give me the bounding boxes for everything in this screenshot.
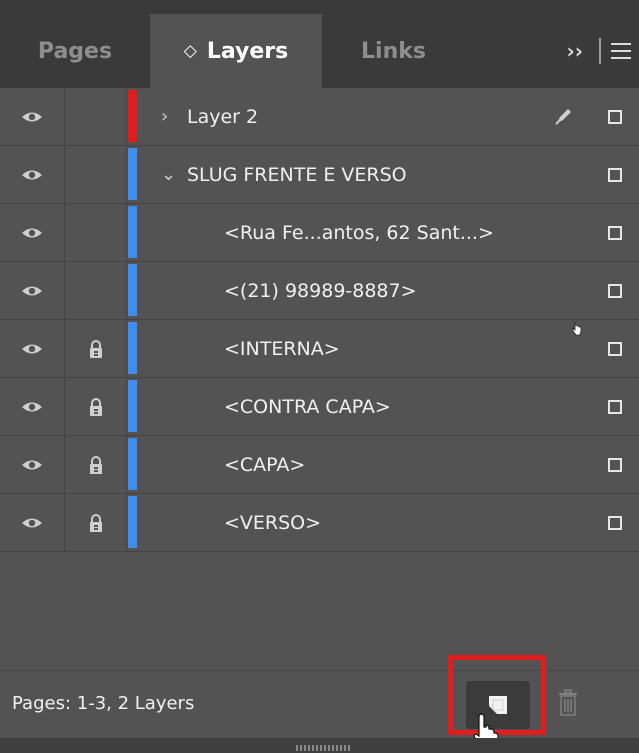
lock-icon bbox=[89, 513, 102, 532]
lock-toggle[interactable] bbox=[65, 88, 127, 145]
select-target-box[interactable] bbox=[608, 516, 622, 530]
lock-toggle[interactable] bbox=[65, 262, 127, 319]
double-chevron-icon[interactable]: ›› bbox=[567, 39, 583, 63]
layer-row[interactable]: › Layer 2 bbox=[0, 88, 639, 146]
layer-name: <CAPA> bbox=[224, 453, 306, 476]
chevron-down-icon[interactable]: ⌄ bbox=[161, 164, 183, 185]
layer-color-swatch bbox=[128, 206, 137, 258]
layer-color-swatch bbox=[128, 322, 137, 374]
layer-row[interactable]: <INTERNA> bbox=[0, 320, 639, 378]
panel-tab-bar: Pages ◇ Layers Links ›› bbox=[0, 0, 639, 88]
eye-icon bbox=[22, 228, 42, 237]
eye-icon bbox=[22, 112, 42, 121]
select-target-box[interactable] bbox=[608, 342, 622, 356]
lock-icon bbox=[89, 455, 102, 474]
layer-name-cell[interactable]: <Rua Fe...antos, 62 Sant...> bbox=[145, 204, 587, 261]
layer-name-cell[interactable]: <VERSO> bbox=[145, 494, 587, 551]
eye-icon bbox=[22, 170, 42, 179]
tab-menu-divider bbox=[599, 38, 601, 64]
layer-row[interactable]: <(21) 98989-8887> bbox=[0, 262, 639, 320]
delete-layer-button[interactable] bbox=[556, 688, 580, 722]
lock-toggle[interactable] bbox=[65, 378, 127, 435]
eye-icon bbox=[22, 518, 42, 527]
layer-color-swatch bbox=[128, 90, 137, 142]
up-down-arrows-icon: ◇ bbox=[183, 41, 197, 61]
layer-name-cell[interactable]: <(21) 98989-8887> bbox=[145, 262, 587, 319]
layer-name: <(21) 98989-8887> bbox=[224, 279, 417, 302]
panel-tab-overflow: ›› bbox=[465, 14, 639, 88]
layer-name-cell[interactable]: <CONTRA CAPA> bbox=[145, 378, 587, 435]
layer-name-cell[interactable]: <INTERNA> bbox=[145, 320, 587, 377]
lock-toggle[interactable] bbox=[65, 494, 127, 551]
tab-links[interactable]: Links bbox=[322, 14, 465, 88]
resize-grip[interactable] bbox=[296, 745, 352, 751]
layer-row[interactable]: <CAPA> bbox=[0, 436, 639, 494]
lock-toggle[interactable] bbox=[65, 320, 127, 377]
layer-name-cell[interactable]: › Layer 2 bbox=[145, 88, 587, 145]
visibility-toggle[interactable] bbox=[0, 494, 65, 551]
layer-color-swatch bbox=[128, 380, 137, 432]
layer-name: <VERSO> bbox=[224, 511, 322, 534]
tab-layers-label: Layers bbox=[206, 38, 289, 64]
select-target-box[interactable] bbox=[608, 458, 622, 472]
pointer-cursor-icon bbox=[572, 322, 582, 336]
tab-layers[interactable]: ◇ Layers bbox=[150, 14, 322, 88]
visibility-toggle[interactable] bbox=[0, 262, 65, 319]
status-text: Pages: 1-3, 2 Layers bbox=[12, 693, 195, 714]
layer-name-cell[interactable]: ⌄ SLUG FRENTE E VERSO bbox=[145, 146, 587, 203]
lock-toggle[interactable] bbox=[65, 436, 127, 493]
hamburger-menu-icon[interactable] bbox=[611, 43, 631, 59]
select-target-box[interactable] bbox=[608, 400, 622, 414]
tab-pages[interactable]: Pages bbox=[0, 14, 150, 88]
lock-toggle[interactable] bbox=[65, 204, 127, 261]
layer-name-cell[interactable]: <CAPA> bbox=[145, 436, 587, 493]
select-target-box[interactable] bbox=[608, 110, 622, 124]
layer-color-swatch bbox=[128, 264, 137, 316]
visibility-toggle[interactable] bbox=[0, 320, 65, 377]
layer-name: <Rua Fe...antos, 62 Sant...> bbox=[224, 221, 494, 244]
layer-row[interactable]: <Rua Fe...antos, 62 Sant...> bbox=[0, 204, 639, 262]
layer-row[interactable]: <VERSO> bbox=[0, 494, 639, 552]
lock-icon bbox=[89, 397, 102, 416]
lock-icon bbox=[89, 339, 102, 358]
eye-icon bbox=[22, 344, 42, 353]
visibility-toggle[interactable] bbox=[0, 378, 65, 435]
layer-name: <CONTRA CAPA> bbox=[224, 395, 391, 418]
visibility-toggle[interactable] bbox=[0, 204, 65, 261]
chevron-right-icon[interactable]: › bbox=[161, 106, 183, 127]
eye-icon bbox=[22, 402, 42, 411]
visibility-toggle[interactable] bbox=[0, 146, 65, 203]
select-target-box[interactable] bbox=[608, 284, 622, 298]
select-target-box[interactable] bbox=[608, 226, 622, 240]
visibility-toggle[interactable] bbox=[0, 88, 65, 145]
eye-icon bbox=[22, 286, 42, 295]
layers-panel: Pages ◇ Layers Links ›› › Layer 2 ⌄ SLUG FR… bbox=[0, 0, 639, 753]
tab-links-label: Links bbox=[361, 38, 426, 64]
layer-list: › Layer 2 ⌄ SLUG FRENTE E VERSO <Rua Fe...an… bbox=[0, 88, 639, 552]
select-target-box[interactable] bbox=[608, 168, 622, 182]
trash-icon bbox=[559, 689, 577, 716]
layer-color-swatch bbox=[128, 148, 137, 200]
tab-pages-label: Pages bbox=[37, 38, 113, 64]
layer-row[interactable]: ⌄ SLUG FRENTE E VERSO bbox=[0, 146, 639, 204]
layer-row[interactable]: <CONTRA CAPA> bbox=[0, 378, 639, 436]
layer-color-swatch bbox=[128, 496, 137, 548]
layer-name: SLUG FRENTE E VERSO bbox=[187, 163, 407, 186]
visibility-toggle[interactable] bbox=[0, 436, 65, 493]
layer-color-swatch bbox=[128, 438, 137, 490]
pen-icon bbox=[555, 109, 571, 125]
lock-toggle[interactable] bbox=[65, 146, 127, 203]
eye-icon bbox=[22, 460, 42, 469]
layer-name: Layer 2 bbox=[187, 105, 259, 128]
layer-name: <INTERNA> bbox=[224, 337, 340, 360]
